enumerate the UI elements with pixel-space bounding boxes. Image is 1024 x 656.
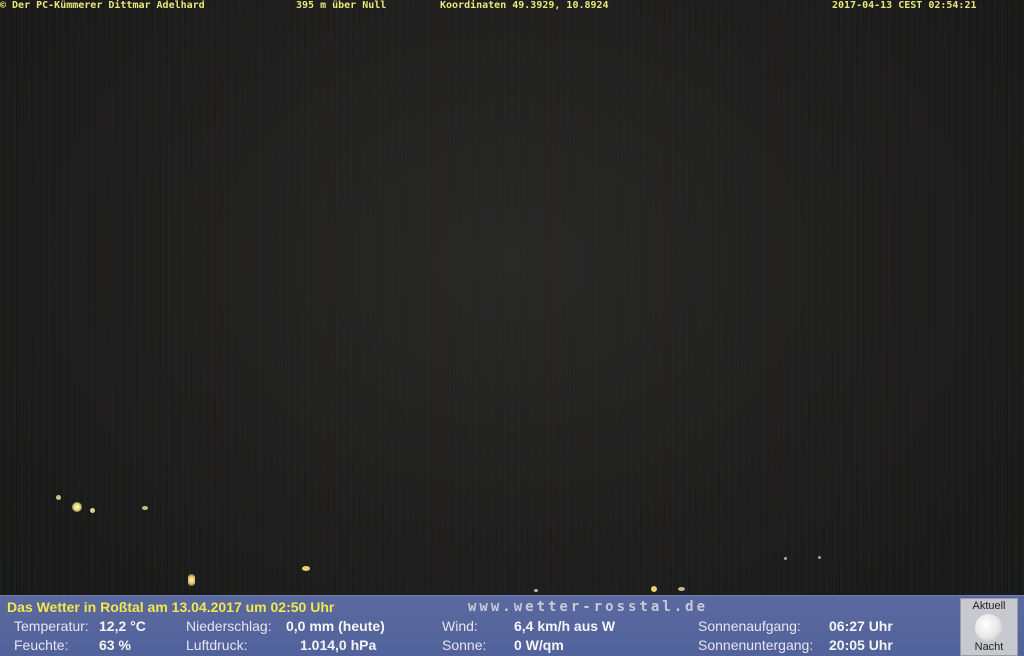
temperature-label: Temperatur: [14,618,89,634]
sunrise-label: Sonnenaufgang: [698,618,801,634]
humidity-value: 63 % [99,637,131,653]
light-spot [188,574,195,586]
timestamp-text: 2017-04-13 CEST 02:54:21 [832,0,977,11]
sun-label: Sonne: [442,637,487,653]
moon-bottom-label: Nacht [974,641,1004,653]
webcam-info-overlay: © Der PC-Kümmerer Dittmar Adelhard 395 m… [0,0,1024,12]
webcam-image: © Der PC-Kümmerer Dittmar Adelhard 395 m… [0,0,1024,656]
moon-phase-box: Aktuell Nacht [960,598,1018,656]
weather-title: Das Wetter in Roßtal am 13.04.2017 um 02… [7,599,335,615]
pressure-label: Luftdruck: [186,637,248,653]
wind-label: Wind: [442,618,478,634]
light-spot [534,589,538,592]
coordinates-text: Koordinaten 49.3929, 10.8924 [440,0,609,11]
moon-icon [975,614,1002,641]
sun-value: 0 W/qm [514,637,564,653]
temperature-value: 12,2 °C [99,618,146,634]
humidity-label: Feuchte: [14,637,69,653]
sunset-value: 20:05 Uhr [829,637,893,653]
website-url: www.wetter-rosstal.de [468,599,709,615]
sunrise-value: 06:27 Uhr [829,618,893,634]
moon-top-label: Aktuell [972,600,1006,612]
light-spot [90,508,95,513]
light-spot [678,587,685,591]
light-spot [72,502,82,512]
pressure-value: 1.014,0 hPa [300,637,377,653]
precipitation-value: 0,0 mm (heute) [286,618,385,634]
copyright-text: © Der PC-Kümmerer Dittmar Adelhard [0,0,205,11]
light-spot [651,586,657,592]
precipitation-label: Niederschlag: [186,618,272,634]
light-spot [818,556,821,559]
weather-info-bar: Das Wetter in Roßtal am 13.04.2017 um 02… [0,595,1024,656]
light-spot [142,506,148,510]
light-spot [784,557,787,560]
light-spot [302,566,310,571]
altitude-text: 395 m über Null [296,0,387,11]
sunset-label: Sonnenuntergang: [698,637,814,653]
light-spot [56,495,61,500]
wind-value: 6,4 km/h aus W [514,618,616,634]
